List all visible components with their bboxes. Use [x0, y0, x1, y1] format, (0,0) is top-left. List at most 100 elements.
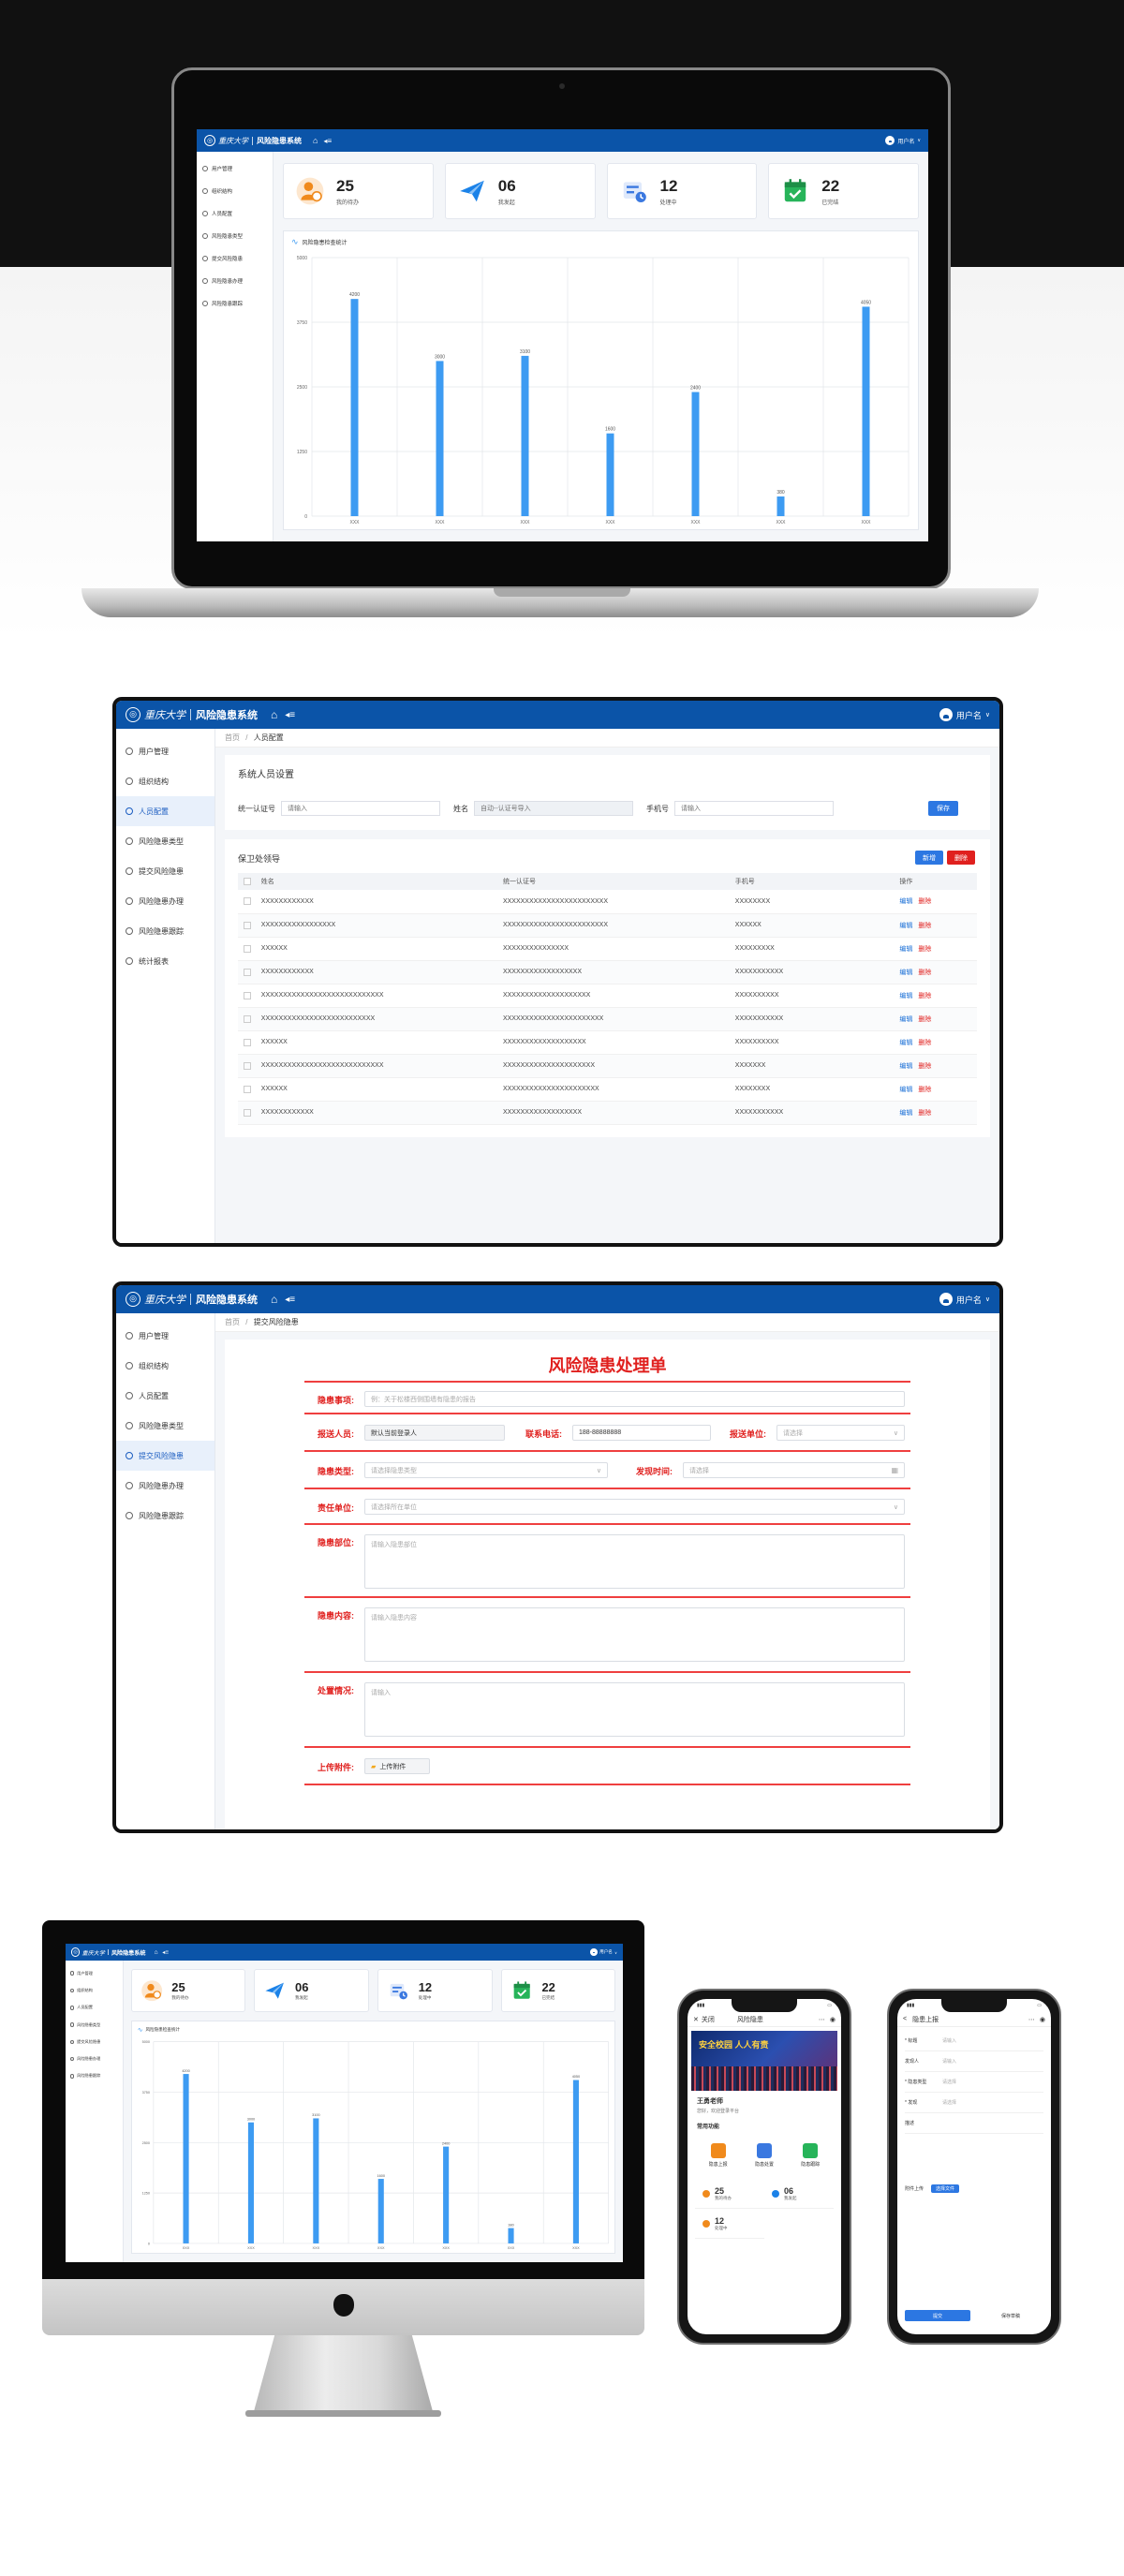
sidebar-item[interactable]: 人员配置	[116, 1381, 214, 1411]
bar[interactable]	[508, 2228, 514, 2243]
user-avatar[interactable]	[939, 1293, 953, 1306]
add-button[interactable]: 新增	[915, 851, 943, 865]
type-select[interactable]: 请选择隐患类型 ∨	[364, 1462, 608, 1478]
edit-link[interactable]: 编辑	[899, 970, 912, 976]
content-textarea[interactable]: 请输入隐患内容	[364, 1607, 905, 1662]
sidebar-item[interactable]: 风险隐患类型	[66, 2016, 123, 2033]
edit-link[interactable]: 编辑	[899, 1110, 912, 1117]
bar[interactable]	[436, 361, 444, 516]
sidebar-item[interactable]: 风险隐患类型	[116, 1411, 214, 1441]
delete-link[interactable]: 删除	[918, 898, 931, 905]
stat-card[interactable]: 12 处理中	[606, 163, 758, 219]
stat-card[interactable]: 06 我发起	[444, 163, 596, 219]
edit-link[interactable]: 编辑	[899, 1087, 912, 1093]
row-checkbox[interactable]	[244, 1038, 251, 1046]
sidebar-item[interactable]: 用户管理	[116, 736, 214, 766]
choose-file-button[interactable]: 选择文件	[931, 2184, 960, 2193]
bar[interactable]	[691, 392, 700, 516]
edit-link[interactable]: 编辑	[899, 1040, 912, 1046]
user-avatar[interactable]	[885, 136, 895, 145]
mobile-stat-card[interactable]: 25 我的待办	[695, 2179, 764, 2209]
collapse-menu-icon[interactable]: ◂≡	[162, 1949, 169, 1956]
collapse-menu-icon[interactable]: ◂≡	[285, 1295, 295, 1305]
sidebar-item[interactable]: 统计报表	[116, 946, 214, 976]
sidebar-item[interactable]: 组织结构	[116, 766, 214, 796]
chevron-down-icon[interactable]: ∨	[614, 1950, 617, 1955]
stat-card[interactable]: 06 我发起	[254, 1969, 369, 2012]
delete-link[interactable]: 删除	[918, 946, 931, 953]
back-icon[interactable]: <	[903, 2016, 907, 2022]
mobile-form-field[interactable]: * 隐患类型 请选择	[905, 2072, 1043, 2093]
responsible-select[interactable]: 请选择所在单位 ∨	[364, 1499, 905, 1515]
sidebar-item[interactable]: 风险隐患办理	[116, 1471, 214, 1501]
save-draft-button[interactable]: 保存草稿	[978, 2310, 1043, 2321]
breadcrumb-home[interactable]: 首页	[225, 1318, 240, 1326]
location-textarea[interactable]: 请输入隐患部位	[364, 1534, 905, 1589]
row-checkbox[interactable]	[244, 897, 251, 906]
sidebar-item[interactable]: 风险隐患跟踪	[116, 1501, 214, 1531]
sidebar-item[interactable]: 人员配置	[116, 796, 214, 826]
username[interactable]: 用户名	[897, 137, 914, 145]
home-icon[interactable]: ⌂	[271, 708, 277, 721]
mobile-form-field[interactable]: * 发现 请选择	[905, 2093, 1043, 2113]
mobile-form-field[interactable]: 发现人 请输入	[905, 2051, 1043, 2072]
bar[interactable]	[521, 355, 529, 516]
sidebar-item[interactable]: 组织结构	[197, 180, 273, 202]
stat-card[interactable]: 12 处理中	[377, 1969, 493, 2012]
row-checkbox[interactable]	[244, 921, 251, 929]
row-checkbox[interactable]	[244, 1014, 251, 1023]
bar[interactable]	[183, 2073, 189, 2243]
row-checkbox[interactable]	[244, 1108, 251, 1117]
submit-button[interactable]: 提交	[905, 2310, 970, 2321]
sidebar-item[interactable]: 风险隐患类型	[197, 225, 273, 247]
subject-input[interactable]: 例：关于松楼西侧围墙有隐患的报告	[364, 1391, 905, 1407]
sidebar-item[interactable]: 提交风险隐患	[116, 1441, 214, 1471]
mobile-form-field[interactable]: * 标题 请输入	[905, 2031, 1043, 2051]
collapse-menu-icon[interactable]: ◂≡	[285, 710, 295, 720]
stat-card[interactable]: 22 已完结	[500, 1969, 616, 2012]
sidebar-item[interactable]: 用户管理	[197, 157, 273, 180]
sidebar-item[interactable]: 人员配置	[66, 1999, 123, 2016]
bar[interactable]	[247, 2122, 254, 2243]
bar[interactable]	[350, 299, 359, 516]
row-checkbox[interactable]	[244, 991, 251, 999]
edit-link[interactable]: 编辑	[899, 1016, 912, 1023]
sidebar-item[interactable]: 提交风险隐患	[66, 2034, 123, 2050]
delete-link[interactable]: 删除	[918, 1040, 931, 1046]
upload-button[interactable]: ▰ 上传附件	[364, 1758, 430, 1774]
home-icon[interactable]: ⌂	[313, 136, 318, 145]
mobile-stat-card[interactable]: 06 我发起	[764, 2179, 834, 2209]
delete-button[interactable]: 删除	[947, 851, 975, 865]
bar[interactable]	[776, 496, 785, 516]
target-icon[interactable]: ◉	[830, 2016, 836, 2023]
filter-input[interactable]	[281, 801, 440, 816]
chevron-down-icon[interactable]: ∨	[917, 138, 921, 143]
save-button[interactable]: 保存	[928, 801, 958, 816]
bar[interactable]	[572, 2080, 579, 2243]
row-checkbox[interactable]	[244, 1061, 251, 1070]
delete-link[interactable]: 删除	[918, 1016, 931, 1023]
edit-link[interactable]: 编辑	[899, 898, 912, 905]
app-shortcut[interactable]: 隐患处置	[746, 2143, 783, 2168]
edit-link[interactable]: 编辑	[899, 993, 912, 999]
home-icon[interactable]: ⌂	[271, 1293, 277, 1306]
app-shortcut[interactable]: 隐患跟踪	[791, 2143, 829, 2168]
user-avatar[interactable]	[590, 1948, 598, 1956]
mobile-form-field[interactable]: 描述	[905, 2113, 1043, 2134]
home-icon[interactable]: ⌂	[155, 1949, 158, 1956]
sidebar-item[interactable]: 组织结构	[116, 1351, 214, 1381]
unit-select[interactable]: 请选择 ∨	[776, 1425, 905, 1441]
sidebar-item[interactable]: 风险隐患跟踪	[116, 916, 214, 946]
username[interactable]: 用户名	[956, 1294, 982, 1306]
edit-link[interactable]: 编辑	[899, 923, 912, 929]
collapse-menu-icon[interactable]: ◂≡	[323, 137, 332, 145]
app-shortcut[interactable]: 隐患上报	[700, 2143, 737, 2168]
mobile-stat-card[interactable]: 12 处理中	[695, 2209, 764, 2239]
time-picker[interactable]: 请选择 ▦	[683, 1462, 905, 1478]
sidebar-item[interactable]: 人员配置	[197, 202, 273, 225]
more-icon[interactable]: ⋯	[819, 2016, 825, 2023]
username[interactable]: 用户名	[956, 709, 982, 721]
bar[interactable]	[377, 2178, 384, 2243]
sidebar-item[interactable]: 风险隐患办理	[66, 2050, 123, 2067]
more-icon[interactable]: ⋯	[1028, 2016, 1035, 2023]
